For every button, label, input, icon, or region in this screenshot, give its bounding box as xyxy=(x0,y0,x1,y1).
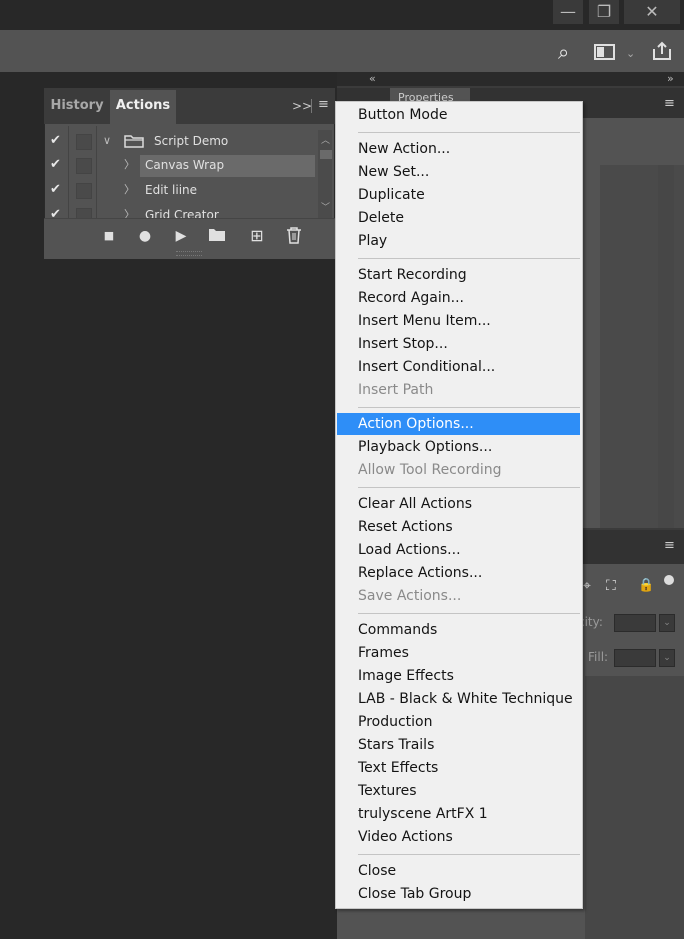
menu-item-stars-trails[interactable]: Stars Trails xyxy=(336,734,580,756)
properties-menu-icon[interactable]: ≡ xyxy=(664,96,675,111)
menu-item-clear-all-actions[interactable]: Clear All Actions xyxy=(336,493,580,515)
stop-icon[interactable]: ■ xyxy=(98,226,120,246)
workspace-icon[interactable] xyxy=(594,43,616,61)
opacity-field[interactable] xyxy=(614,614,656,632)
fill-dropdown[interactable]: ⌄ xyxy=(659,649,675,667)
action-item-label[interactable]: Edit liine xyxy=(145,178,197,202)
share-icon[interactable] xyxy=(651,40,673,62)
panel-expand-icon[interactable]: >> xyxy=(292,99,312,113)
menu-item-play[interactable]: Play xyxy=(336,230,580,252)
menu-item-load-actions[interactable]: Load Actions... xyxy=(336,539,580,561)
artboard-icon[interactable]: ⛶ xyxy=(606,578,616,594)
menu-item-replace-actions[interactable]: Replace Actions... xyxy=(336,562,580,584)
menu-item-text-effects[interactable]: Text Effects xyxy=(336,757,580,779)
menu-item-close[interactable]: Close xyxy=(336,860,580,882)
options-bar xyxy=(0,30,684,72)
tab-history[interactable]: History xyxy=(46,90,108,124)
opacity-dropdown[interactable]: ⌄ xyxy=(659,614,675,632)
resize-grip[interactable] xyxy=(176,251,202,256)
menu-item-production[interactable]: Production xyxy=(336,711,580,733)
menu-item-duplicate[interactable]: Duplicate xyxy=(336,184,580,206)
menu-item-new-set[interactable]: New Set... xyxy=(336,161,580,183)
menu-item-textures[interactable]: Textures xyxy=(336,780,580,802)
menu-item-allow-tool-recording: Allow Tool Recording xyxy=(358,462,502,478)
action-item-label[interactable]: Canvas Wrap xyxy=(145,153,224,177)
column-divider xyxy=(96,126,97,218)
menu-item-commands[interactable]: Commands xyxy=(336,619,580,641)
lock-icon[interactable]: 🔒 xyxy=(638,578,654,593)
actions-panel-menu-icon[interactable]: ≡ xyxy=(318,97,329,112)
properties-scrollbar[interactable] xyxy=(658,165,674,528)
menu-item-close-tab-group[interactable]: Close Tab Group xyxy=(336,883,580,905)
menu-separator xyxy=(358,487,580,488)
menu-item-reset-actions[interactable]: Reset Actions xyxy=(336,516,580,538)
fill-field[interactable] xyxy=(614,649,656,667)
menu-item-start-recording[interactable]: Start Recording xyxy=(336,264,580,286)
menu-item-action-options[interactable]: Action Options... xyxy=(337,413,580,435)
menu-item-frames[interactable]: Frames xyxy=(336,642,580,664)
dialog-toggle-box[interactable] xyxy=(76,134,92,150)
lock-position-icon[interactable]: ⌖ xyxy=(583,578,591,594)
menu-item-lab-bw-technique[interactable]: LAB - Black & White Technique xyxy=(336,688,580,710)
toggle-item-check[interactable]: ✔ xyxy=(50,153,66,177)
fill-label: Fill: xyxy=(588,650,609,664)
restore-button[interactable]: ❐ xyxy=(589,0,619,24)
close-button[interactable]: ✕ xyxy=(624,0,680,24)
trash-icon[interactable] xyxy=(286,227,302,244)
dialog-toggle-box[interactable] xyxy=(76,158,92,174)
dock-header-strip xyxy=(337,72,684,86)
menu-item-insert-stop[interactable]: Insert Stop... xyxy=(336,333,580,355)
toggle-item-check[interactable]: ✔ xyxy=(50,129,66,153)
layers-menu-icon[interactable]: ≡ xyxy=(664,538,675,553)
collapse-right-icon[interactable]: » xyxy=(667,72,674,86)
menu-separator xyxy=(358,613,580,614)
column-divider xyxy=(68,126,69,218)
menu-item-insert-menu-item[interactable]: Insert Menu Item... xyxy=(336,310,580,332)
dialog-toggle-box[interactable] xyxy=(76,183,92,199)
expand-chevron-icon[interactable]: 〉 xyxy=(124,178,135,202)
scroll-thumb[interactable] xyxy=(320,150,332,159)
folder-icon xyxy=(124,135,144,148)
action-set-label[interactable]: Script Demo xyxy=(154,129,228,153)
menu-item-record-again[interactable]: Record Again... xyxy=(336,287,580,309)
menu-separator xyxy=(358,854,580,855)
menu-item-insert-conditional[interactable]: Insert Conditional... xyxy=(336,356,580,378)
layers-list xyxy=(585,676,684,939)
minimize-button[interactable]: — xyxy=(553,0,583,24)
menu-separator xyxy=(358,258,580,259)
menu-item-save-actions: Save Actions... xyxy=(358,588,462,604)
play-icon[interactable]: ▶ xyxy=(170,226,192,246)
menu-item-trulyscene-artfx[interactable]: trulyscene ArtFX 1 xyxy=(336,803,580,825)
menu-separator xyxy=(358,132,580,133)
new-action-icon[interactable]: ⊞ xyxy=(246,226,268,246)
menu-item-image-effects[interactable]: Image Effects xyxy=(336,665,580,687)
toggle-item-check[interactable]: ✔ xyxy=(50,178,66,202)
scroll-up-icon[interactable]: ︿ xyxy=(321,133,330,146)
scroll-down-icon[interactable]: ﹀ xyxy=(321,200,330,213)
tabbar-divider xyxy=(311,99,312,113)
menu-item-button-mode[interactable]: Button Mode xyxy=(336,104,580,126)
menu-item-insert-path: Insert Path xyxy=(358,382,434,398)
lock-all-icon[interactable] xyxy=(664,575,674,585)
tab-actions[interactable]: Actions xyxy=(110,90,176,124)
menu-item-new-action[interactable]: New Action... xyxy=(336,138,580,160)
menu-separator xyxy=(358,407,580,408)
record-icon[interactable]: ● xyxy=(134,226,156,246)
chevron-down-icon[interactable]: ⌄ xyxy=(626,44,635,64)
search-icon[interactable]: ⌕ xyxy=(558,42,569,62)
new-set-folder-icon[interactable] xyxy=(208,228,226,242)
expand-chevron-icon[interactable]: ∨ xyxy=(103,129,111,153)
collapse-left-icon[interactable]: « xyxy=(369,72,376,86)
menu-item-playback-options[interactable]: Playback Options... xyxy=(336,436,580,458)
menu-item-delete[interactable]: Delete xyxy=(336,207,580,229)
expand-chevron-icon[interactable]: 〉 xyxy=(124,153,135,177)
menu-item-video-actions[interactable]: Video Actions xyxy=(336,826,580,848)
